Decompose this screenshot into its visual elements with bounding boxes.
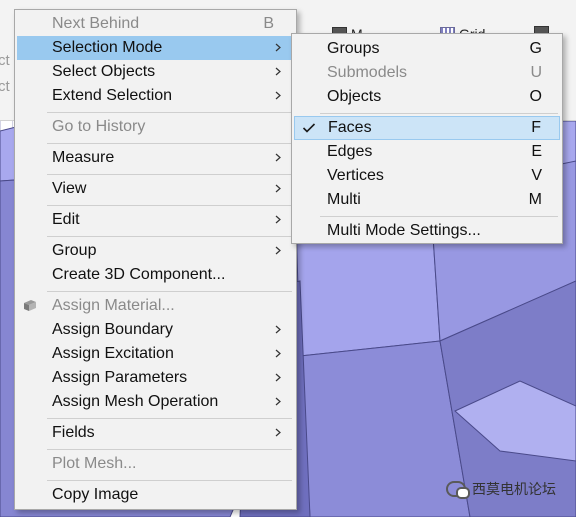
submenu-item-faces[interactable]: Faces F bbox=[294, 116, 560, 140]
menu-item-create-3d-component[interactable]: Create 3D Component... bbox=[17, 263, 294, 287]
chevron-right-icon bbox=[275, 428, 281, 437]
submenu-item-objects[interactable]: Objects O bbox=[294, 85, 560, 109]
toolbar-side-label: ct bbox=[0, 52, 10, 69]
menu-item-plot-mesh[interactable]: Plot Mesh... bbox=[17, 452, 294, 476]
menu-separator bbox=[47, 449, 292, 450]
menu-item-assign-material[interactable]: Assign Material... bbox=[17, 294, 294, 318]
chevron-right-icon bbox=[275, 349, 281, 358]
menu-item-assign-mesh-operation[interactable]: Assign Mesh Operation bbox=[17, 390, 294, 414]
menu-separator bbox=[47, 143, 292, 144]
menu-separator bbox=[47, 112, 292, 113]
chevron-right-icon bbox=[275, 373, 281, 382]
submenu-item-multi[interactable]: Multi M bbox=[294, 188, 560, 212]
submenu-item-multi-mode-settings[interactable]: Multi Mode Settings... bbox=[294, 219, 560, 243]
menu-item-view[interactable]: View bbox=[17, 177, 294, 201]
shortcut-label: G bbox=[529, 40, 542, 57]
menu-separator bbox=[47, 291, 292, 292]
shortcut-label: V bbox=[531, 167, 542, 184]
shortcut-label: M bbox=[528, 191, 542, 208]
shortcut-label: U bbox=[530, 64, 542, 81]
menu-item-selection-mode[interactable]: Selection Mode bbox=[17, 36, 294, 60]
menu-item-next-behind[interactable]: Next Behind B bbox=[17, 12, 294, 36]
menu-item-measure[interactable]: Measure bbox=[17, 146, 294, 170]
menu-item-select-objects[interactable]: Select Objects bbox=[17, 60, 294, 84]
chevron-right-icon bbox=[275, 184, 281, 193]
menu-item-assign-boundary[interactable]: Assign Boundary bbox=[17, 318, 294, 342]
chevron-right-icon bbox=[275, 325, 281, 334]
chevron-right-icon bbox=[275, 215, 281, 224]
menu-item-fields[interactable]: Fields bbox=[17, 421, 294, 445]
context-menu: Next Behind B Selection Mode Select Obje… bbox=[14, 9, 297, 510]
menu-separator bbox=[320, 216, 558, 217]
material-icon bbox=[24, 300, 36, 311]
submenu-item-edges[interactable]: Edges E bbox=[294, 140, 560, 164]
chevron-right-icon bbox=[275, 246, 281, 255]
watermark: 西莫电机论坛 bbox=[446, 479, 556, 499]
submenu-item-submodels[interactable]: Submodels U bbox=[294, 61, 560, 85]
chevron-right-icon bbox=[275, 43, 281, 52]
chevron-right-icon bbox=[275, 153, 281, 162]
submenu-item-groups[interactable]: Groups G bbox=[294, 37, 560, 61]
menu-item-copy-image[interactable]: Copy Image bbox=[17, 483, 294, 507]
menu-item-extend-selection[interactable]: Extend Selection bbox=[17, 84, 294, 108]
menu-item-go-to-history[interactable]: Go to History bbox=[17, 115, 294, 139]
shortcut-label: F bbox=[531, 119, 541, 136]
menu-separator bbox=[47, 480, 292, 481]
submenu-item-vertices[interactable]: Vertices V bbox=[294, 164, 560, 188]
shortcut-label: E bbox=[531, 143, 542, 160]
checkmark-icon bbox=[302, 123, 316, 133]
toolbar-side-label: ct bbox=[0, 78, 10, 95]
chevron-right-icon bbox=[275, 91, 281, 100]
menu-separator bbox=[47, 236, 292, 237]
wechat-icon bbox=[446, 481, 470, 499]
chevron-right-icon bbox=[275, 397, 281, 406]
chevron-right-icon bbox=[275, 67, 281, 76]
watermark-text: 西莫电机论坛 bbox=[472, 482, 556, 498]
menu-item-edit[interactable]: Edit bbox=[17, 208, 294, 232]
menu-separator bbox=[47, 205, 292, 206]
menu-item-assign-parameters[interactable]: Assign Parameters bbox=[17, 366, 294, 390]
shortcut-label: B bbox=[263, 15, 274, 32]
menu-item-assign-excitation[interactable]: Assign Excitation bbox=[17, 342, 294, 366]
shortcut-label: O bbox=[529, 88, 542, 105]
menu-separator bbox=[320, 113, 558, 114]
menu-separator bbox=[47, 418, 292, 419]
menu-separator bbox=[47, 174, 292, 175]
selection-mode-submenu: Groups G Submodels U Objects O Faces F E… bbox=[291, 33, 563, 244]
menu-item-group[interactable]: Group bbox=[17, 239, 294, 263]
